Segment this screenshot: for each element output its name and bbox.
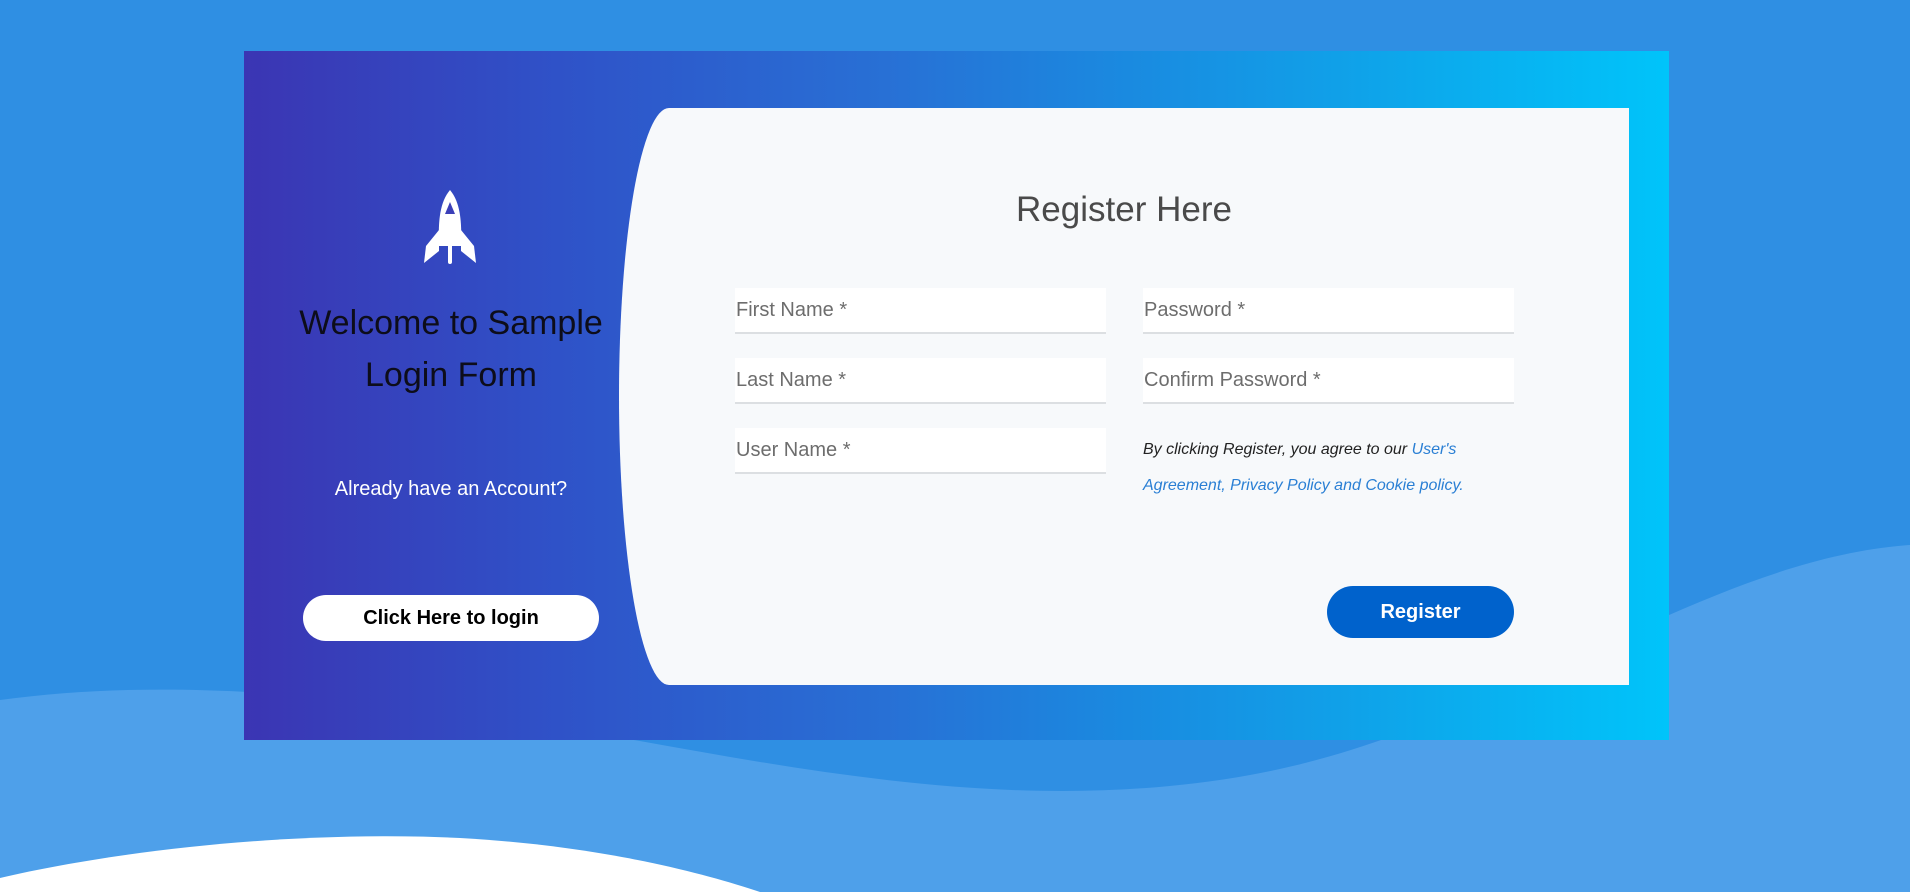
- last-name-input[interactable]: [735, 358, 1106, 404]
- user-name-input[interactable]: [735, 428, 1106, 474]
- terms-notice: By clicking Register, you agree to our U…: [1143, 432, 1514, 504]
- account-prompt: Already have an Account?: [334, 478, 568, 500]
- rocket-icon: [424, 190, 476, 264]
- form-title: Register Here: [1016, 190, 1232, 229]
- auth-card: Welcome to Sample Login Form Already hav…: [244, 51, 1669, 740]
- confirm-password-input[interactable]: [1143, 358, 1514, 404]
- password-input[interactable]: [1143, 288, 1514, 334]
- login-button[interactable]: Click Here to login: [303, 595, 599, 641]
- first-name-input[interactable]: [735, 288, 1106, 334]
- welcome-panel: Welcome to Sample Login Form Already hav…: [244, 51, 658, 740]
- register-button[interactable]: Register: [1327, 586, 1514, 638]
- register-form: Register Here By clicking Register, you …: [619, 108, 1629, 685]
- terms-text: By clicking Register, you agree to our: [1143, 441, 1412, 458]
- welcome-title: Welcome to Sample Login Form: [299, 304, 603, 394]
